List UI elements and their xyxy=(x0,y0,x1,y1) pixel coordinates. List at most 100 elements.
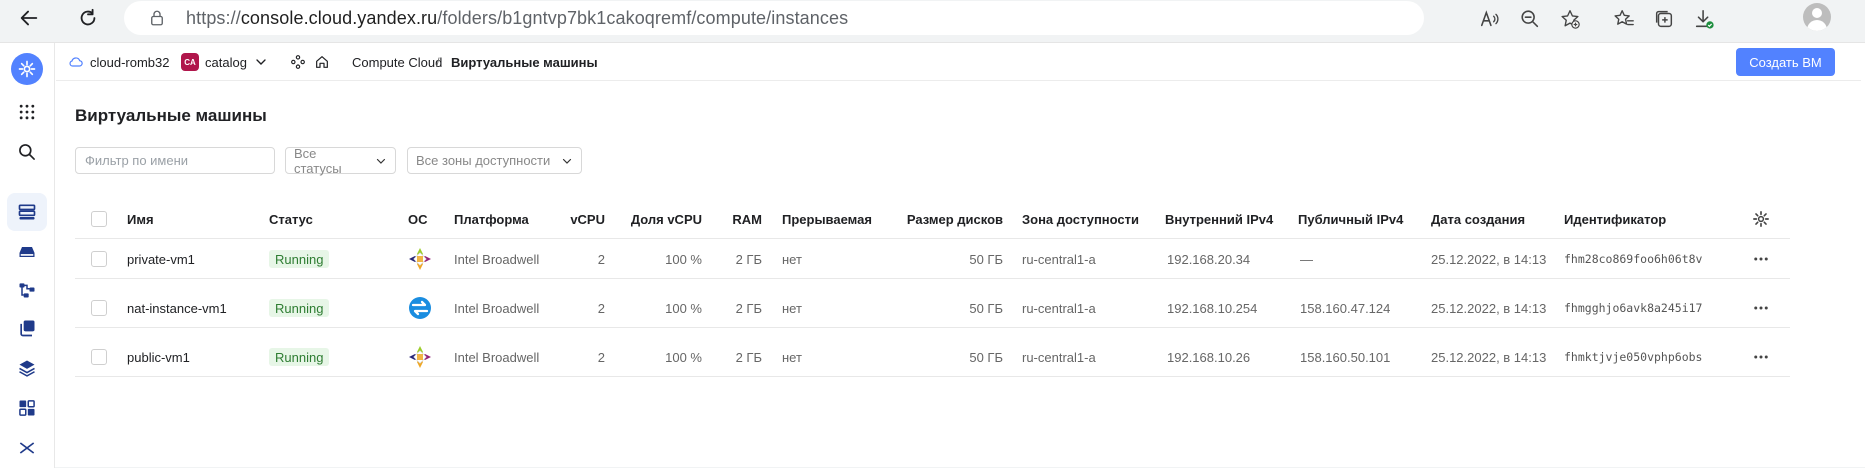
nav-instance-groups[interactable] xyxy=(7,389,47,427)
platform-cell: Intel Broadwell xyxy=(454,349,540,365)
page-title: Виртуальные машины xyxy=(75,106,267,125)
cloud-icon xyxy=(69,57,83,67)
vcpu-cell: 2 xyxy=(597,349,605,365)
chevron-down-icon xyxy=(376,158,386,164)
refresh-icon xyxy=(80,8,96,26)
back-button[interactable] xyxy=(12,2,46,34)
services-nodes-icon xyxy=(291,55,305,69)
gear-logo-icon xyxy=(18,60,36,78)
table-row[interactable]: public-vm1 Running Intel Broadwell 2 100… xyxy=(75,337,1790,377)
zone-filter-value: Все зоны доступности xyxy=(416,153,551,168)
zoom-out-icon xyxy=(1521,9,1539,27)
public-ip-cell: 158.160.50.101 xyxy=(1300,349,1391,365)
vcpu-cell: 2 xyxy=(597,251,605,267)
zone-filter-select[interactable]: Все зоны доступности xyxy=(407,147,582,174)
row-actions-button[interactable] xyxy=(1752,239,1770,279)
star-add-icon xyxy=(1561,9,1580,29)
created-cell: 25.12.2022, в 14:13 xyxy=(1431,251,1547,267)
nav-disks[interactable] xyxy=(7,233,47,271)
status-cell: Running xyxy=(269,239,330,279)
nav-instances[interactable] xyxy=(7,193,47,231)
zoom-out-button[interactable] xyxy=(1510,3,1550,35)
add-favorite-button[interactable] xyxy=(1550,3,1590,35)
col-vcpu[interactable]: vCPU xyxy=(555,199,605,239)
favorites-button[interactable] xyxy=(1604,3,1644,35)
lock-icon xyxy=(151,10,163,26)
downloads-button[interactable] xyxy=(1684,3,1724,35)
reload-button[interactable] xyxy=(71,2,105,34)
row-checkbox[interactable] xyxy=(91,349,107,365)
ram-cell: 2 ГБ xyxy=(735,349,762,365)
nav-dedicated-hosts[interactable] xyxy=(7,429,47,467)
col-created[interactable]: Дата создания xyxy=(1431,199,1525,239)
url-text: https://console.cloud.yandex.ru/folders/… xyxy=(186,7,849,28)
table-row[interactable]: private-vm1 Running Intel Broadwell 2 10… xyxy=(75,239,1790,279)
col-name[interactable]: Имя xyxy=(127,199,154,239)
breadcrumb-folder[interactable]: CA catalog xyxy=(181,43,269,81)
home-button[interactable] xyxy=(314,43,330,81)
grid-blocks-icon xyxy=(19,400,35,416)
console-window: cloud-romb32 CA catalog Compute Cloud / … xyxy=(0,42,1865,468)
row-actions-button[interactable] xyxy=(1752,288,1770,328)
more-horizontal-icon xyxy=(1754,257,1768,261)
favorites-icon xyxy=(1614,9,1634,25)
os-cell xyxy=(408,239,432,279)
row-checkbox[interactable] xyxy=(91,251,107,267)
row-actions-button[interactable] xyxy=(1752,337,1770,377)
status-filter-select[interactable]: Все статусы xyxy=(285,146,396,176)
download-icon xyxy=(1695,9,1714,29)
select-all-checkbox-cell[interactable] xyxy=(91,199,107,239)
col-vcpu-share[interactable]: Доля vCPU xyxy=(615,199,702,239)
col-disk-size[interactable]: Размер дисков xyxy=(895,199,1003,239)
table-row[interactable]: nat-instance-vm1 Running Intel Broadwell… xyxy=(75,288,1790,328)
internal-ip-cell: 192.168.10.254 xyxy=(1167,300,1258,316)
breadcrumb-cloud[interactable]: cloud-romb32 xyxy=(68,43,170,81)
table-settings-button[interactable] xyxy=(1752,199,1770,239)
col-preemptible[interactable]: Прерываемая xyxy=(782,199,872,239)
layers-icon xyxy=(19,360,35,377)
vcpu-share-cell: 100 % xyxy=(665,251,702,267)
breadcrumb-current: Виртуальные машины xyxy=(451,54,598,70)
read-aloud-button[interactable] xyxy=(1470,3,1510,35)
chevron-down-icon xyxy=(256,59,266,65)
public-ip-cell: 158.160.47.124 xyxy=(1300,300,1391,316)
breadcrumb-service[interactable]: Compute Cloud xyxy=(352,43,442,81)
create-vm-button[interactable]: Создать ВМ xyxy=(1736,48,1835,76)
apps-grid-icon xyxy=(19,104,35,120)
cloud-name: cloud-romb32 xyxy=(90,54,170,70)
nav-images[interactable] xyxy=(7,309,47,347)
row-checkbox[interactable] xyxy=(91,300,107,316)
col-internal-ip[interactable]: Внутренний IPv4 xyxy=(1165,199,1273,239)
col-status[interactable]: Статус xyxy=(269,199,313,239)
address-bar[interactable]: https://console.cloud.yandex.ru/folders/… xyxy=(124,1,1424,35)
name-filter-input[interactable]: Фильтр по имени xyxy=(75,147,275,174)
cloud-logo-button[interactable] xyxy=(11,53,43,85)
created-cell: 25.12.2022, в 14:13 xyxy=(1431,300,1547,316)
row-checkbox-cell[interactable] xyxy=(91,239,107,279)
nat-instance-icon xyxy=(409,297,431,319)
nav-placement-groups[interactable] xyxy=(7,271,47,309)
vm-name-link[interactable]: private-vm1 xyxy=(127,239,195,279)
col-platform[interactable]: Платформа xyxy=(454,199,529,239)
search-button[interactable] xyxy=(7,133,47,171)
vm-name-link[interactable]: public-vm1 xyxy=(127,337,190,377)
nav-snapshots[interactable] xyxy=(7,349,47,387)
services-menu-button[interactable] xyxy=(7,93,47,131)
status-badge: Running xyxy=(269,348,330,366)
collections-button[interactable] xyxy=(1644,3,1684,35)
chevron-down-icon xyxy=(562,158,572,164)
server-list-icon xyxy=(18,204,36,220)
col-ram[interactable]: RAM xyxy=(715,199,762,239)
services-hub-button[interactable] xyxy=(290,43,306,81)
col-os[interactable]: ОС xyxy=(408,199,428,239)
home-icon xyxy=(316,56,328,68)
profile-avatar[interactable] xyxy=(1803,3,1831,31)
row-checkbox-cell[interactable] xyxy=(91,288,107,328)
row-checkbox-cell[interactable] xyxy=(91,337,107,377)
zone-cell: ru-central1-a xyxy=(1022,251,1096,267)
col-public-ip[interactable]: Публичный IPv4 xyxy=(1298,199,1403,239)
col-zone[interactable]: Зона доступности xyxy=(1022,199,1139,239)
select-all-checkbox[interactable] xyxy=(91,211,107,227)
vm-name-link[interactable]: nat-instance-vm1 xyxy=(127,288,227,328)
col-id[interactable]: Идентификатор xyxy=(1564,199,1666,239)
